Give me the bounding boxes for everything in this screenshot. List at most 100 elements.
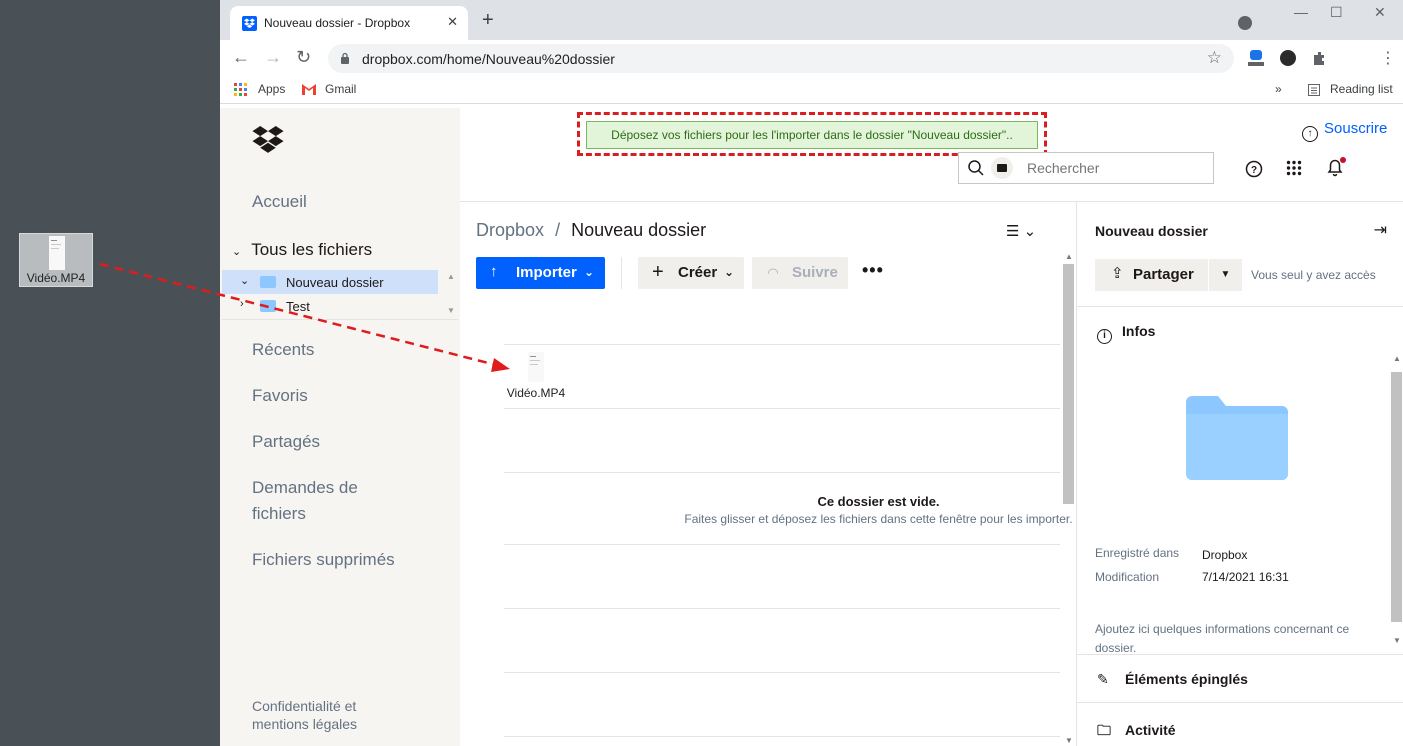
main-scrollbar[interactable]: ▲ ▼ (1061, 252, 1077, 746)
row-divider (504, 344, 1060, 345)
pinned-items-label: Éléments épinglés (1125, 671, 1248, 687)
modified-label: Modification (1095, 570, 1160, 584)
bookmarks-bar: Apps Gmail » Reading list (220, 76, 1403, 104)
help-icon[interactable]: ? (1245, 160, 1263, 178)
tab-close-icon[interactable]: ✕ (447, 14, 458, 30)
pinned-items-section[interactable]: ✎ Éléments épinglés (1097, 671, 1248, 688)
tree-scrollbar[interactable]: ▲ ▼ (444, 268, 458, 320)
row-divider (504, 672, 1060, 673)
panel-divider (1077, 306, 1403, 307)
bookmarks-overflow-icon[interactable]: » (1275, 82, 1282, 96)
search-scope-folder-icon[interactable] (991, 157, 1013, 179)
subscribe-link[interactable]: ↑ Souscrire (1302, 120, 1387, 142)
info-panel: Nouveau dossier ⇥ ⇪ Partager ▼ Vous seul… (1076, 202, 1403, 746)
drag-ghost-label: Vidéo.MP4 (506, 386, 566, 400)
profile-avatar[interactable] (1280, 50, 1296, 66)
chevron-down-icon[interactable]: ⌄ (240, 274, 249, 287)
tree-item-label: Nouveau dossier (286, 275, 384, 290)
file-requests-line-2: fichiers (252, 504, 306, 523)
drop-banner: Déposez vos fichiers pour les l'importer… (586, 121, 1038, 149)
breadcrumb-root[interactable]: Dropbox (476, 220, 544, 240)
main-scrollbar-thumb[interactable] (1063, 264, 1074, 504)
sidebar-item-all-files[interactable]: ⌄ Tous les fichiers (232, 240, 372, 260)
back-icon[interactable]: ← (232, 48, 250, 66)
minimize-icon[interactable]: — (1294, 4, 1308, 20)
saved-in-value: Dropbox (1202, 548, 1248, 562)
apps-grid-icon (234, 83, 247, 96)
rss-icon: ◠ (768, 265, 778, 280)
row-divider (504, 608, 1060, 609)
file-thumbnail (528, 352, 544, 382)
desktop-file-video[interactable]: Vidéo.MP4 (19, 233, 93, 287)
upgrade-arrow-icon: ↑ (1302, 126, 1318, 142)
bookmark-gmail[interactable]: Gmail (325, 82, 356, 96)
reading-list-icon (1308, 84, 1320, 96)
chevron-down-icon: ⌄ (584, 265, 595, 279)
share-dropdown-icon[interactable]: ▼ (1209, 259, 1242, 291)
new-tab-icon[interactable]: + (482, 10, 494, 30)
folder-icon (1186, 396, 1288, 480)
sidebar-item-recent[interactable]: Récents (252, 340, 314, 360)
drag-ghost-file: Vidéo.MP4 (504, 350, 568, 406)
dropbox-page: Accueil ⌄ Tous les fichiers ⌄ Nouveau dos… (220, 108, 1403, 746)
activity-section[interactable]: 🗀 Activité (1097, 720, 1176, 744)
more-options-icon[interactable]: ••• (862, 260, 884, 281)
info-panel-title: Nouveau dossier (1095, 223, 1208, 239)
sidebar-item-all-files-label: Tous les fichiers (251, 240, 373, 259)
follow-button[interactable]: ◠ Suivre (752, 257, 848, 289)
reading-list[interactable]: Reading list (1330, 82, 1393, 96)
search-icon (968, 160, 984, 176)
browser-tab[interactable]: Nouveau dossier - Dropbox ✕ (230, 6, 468, 40)
search-box[interactable] (958, 152, 1214, 184)
tab-search-icon[interactable] (1238, 16, 1252, 30)
view-list-icon[interactable]: ☰ ⌄ (1006, 222, 1036, 240)
plus-icon: + (652, 261, 664, 283)
maximize-icon[interactable]: ☐ (1330, 4, 1343, 21)
privacy-link[interactable]: Confidentialité et mentions légales (252, 698, 357, 732)
chevron-down-icon: ⌄ (724, 265, 735, 279)
sidebar-item-file-requests[interactable]: Demandes de fichiers (252, 478, 358, 524)
extensions-puzzle-icon[interactable] (1312, 51, 1328, 67)
modified-value: 7/14/2021 16:31 (1202, 570, 1289, 584)
sidebar-item-deleted-files[interactable]: Fichiers supprimés (252, 550, 395, 570)
panel-scrollbar[interactable]: ▲ ▼ (1389, 352, 1403, 652)
bookmark-apps[interactable]: Apps (258, 82, 285, 96)
tree-item-test[interactable]: › Test (222, 294, 438, 318)
info-icon: i (1097, 329, 1112, 344)
app-grid-icon[interactable] (1286, 160, 1302, 176)
bookmark-star-icon[interactable]: ☆ (1207, 48, 1222, 68)
create-button[interactable]: + Créer ⌄ (638, 257, 744, 289)
toolbar-separator (621, 257, 622, 289)
sidebar-item-home[interactable]: Accueil (252, 192, 307, 212)
forward-icon[interactable]: → (264, 48, 282, 66)
tree-item-nouveau-dossier[interactable]: ⌄ Nouveau dossier (222, 270, 438, 294)
window-close-icon[interactable]: ✕ (1374, 4, 1386, 21)
drop-banner-highlight: Déposez vos fichiers pour les l'importer… (577, 112, 1047, 156)
follow-label: Suivre (792, 264, 838, 281)
breadcrumb-separator: / (555, 220, 561, 240)
reload-icon[interactable]: ↻ (296, 48, 311, 66)
share-button[interactable]: ⇪ Partager (1095, 259, 1208, 291)
notifications-bell-icon[interactable] (1325, 157, 1347, 177)
folder-description-field[interactable]: Ajoutez ici quelques informations concer… (1095, 620, 1365, 656)
row-divider (504, 408, 1060, 409)
collapse-panel-icon[interactable]: ⇥ (1374, 220, 1387, 240)
tab-bar: Nouveau dossier - Dropbox ✕ + — ☐ ✕ (220, 0, 1403, 40)
dropbox-logo-icon[interactable] (252, 126, 284, 154)
infos-header[interactable]: i Infos (1097, 323, 1155, 344)
sidebar-item-favorites[interactable]: Favoris (252, 386, 308, 406)
upload-button[interactable]: ↑ Importer ⌄ (476, 257, 605, 289)
share-label: Partager (1133, 266, 1194, 283)
activity-label: Activité (1125, 722, 1176, 738)
chevron-right-icon[interactable]: › (240, 298, 244, 310)
extension-badge-icon[interactable] (1248, 50, 1264, 68)
sidebar-item-shared[interactable]: Partagés (252, 432, 320, 452)
panel-divider (1077, 654, 1403, 655)
gmail-icon (302, 84, 316, 95)
address-bar[interactable]: dropbox.com/home/Nouveau%20dossier ☆ (328, 44, 1234, 73)
search-input[interactable] (1027, 157, 1207, 179)
panel-scrollbar-thumb[interactable] (1391, 372, 1402, 622)
pin-icon: ✎ (1097, 671, 1109, 687)
breadcrumb: Dropbox / Nouveau dossier (476, 220, 706, 241)
browser-menu-icon[interactable]: ⋮ (1380, 48, 1396, 68)
